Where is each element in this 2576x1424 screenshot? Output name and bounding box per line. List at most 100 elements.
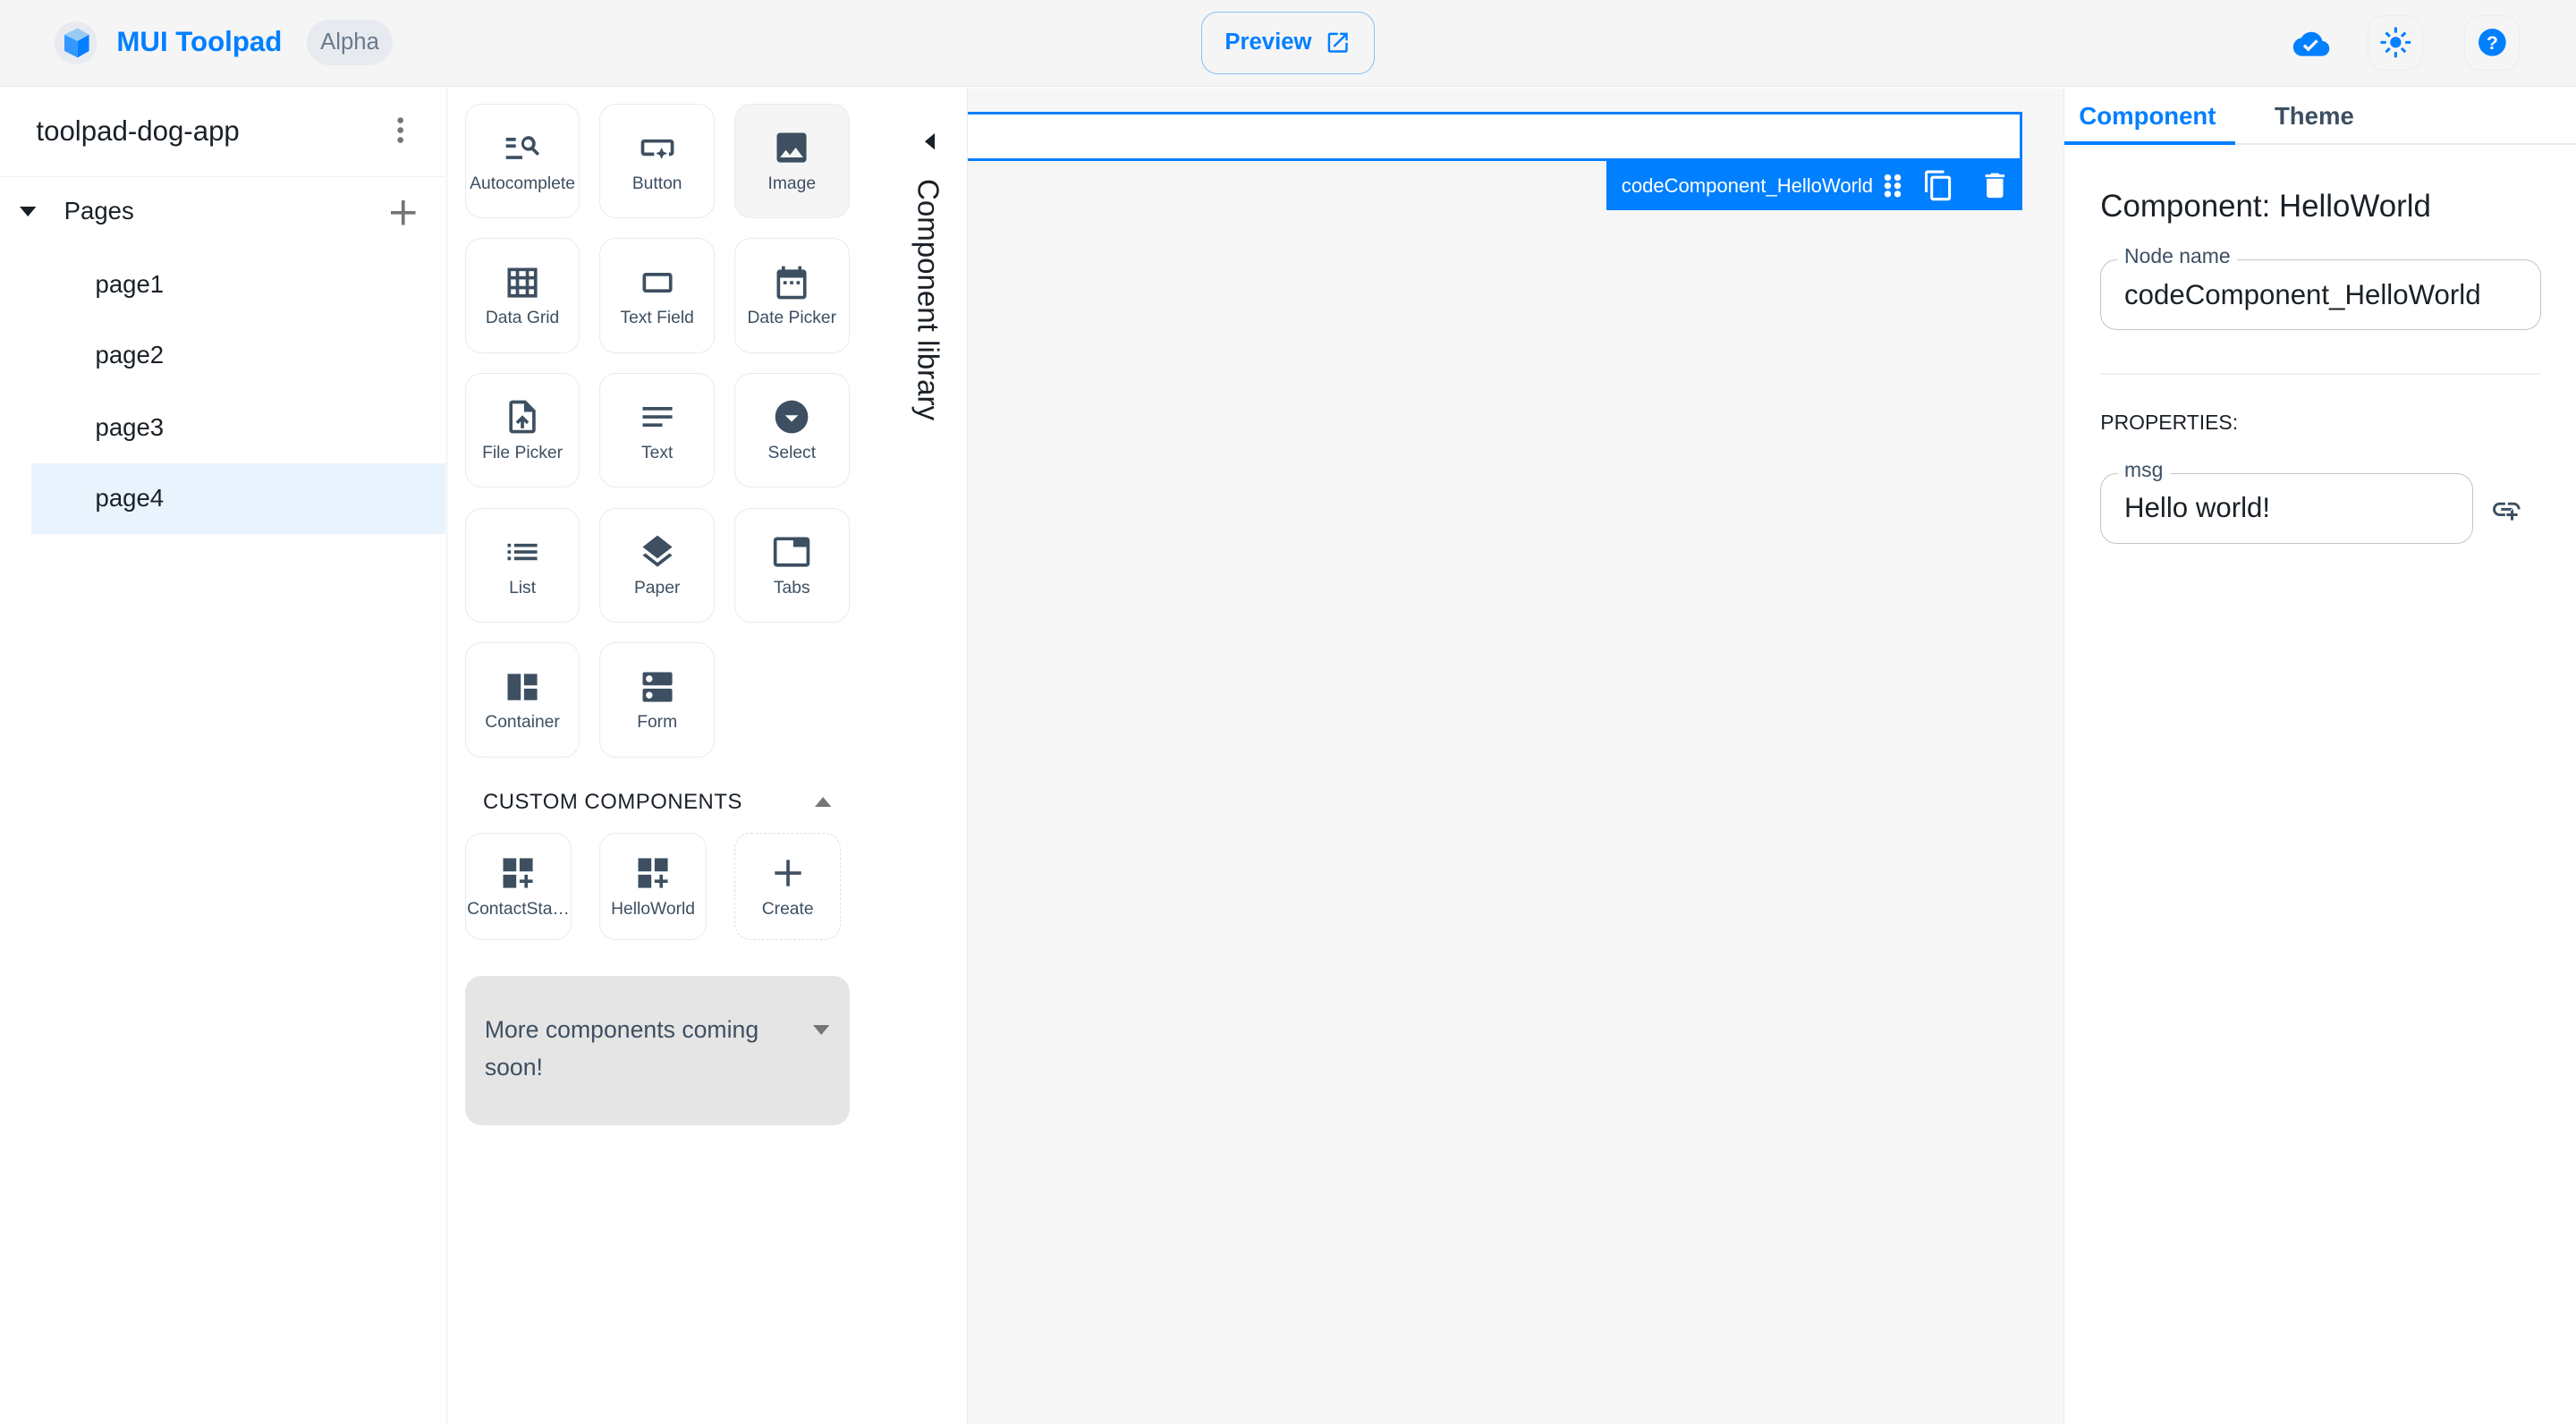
notes-icon bbox=[642, 407, 673, 428]
component-tile-label: Image bbox=[767, 174, 817, 193]
app-brand: MUI Toolpad bbox=[116, 26, 283, 58]
preview-label: Preview bbox=[1224, 30, 1312, 55]
divider bbox=[0, 175, 445, 178]
cloud-done-icon bbox=[2293, 32, 2330, 57]
add-link-icon[interactable] bbox=[2490, 493, 2523, 526]
component-tile-label: Button bbox=[631, 174, 682, 193]
component-tile-autocomplete[interactable]: Autocomplete bbox=[464, 103, 580, 219]
node-name-field[interactable]: Node name codeComponent_HelloWorld bbox=[2100, 243, 2541, 331]
pages-tree-header[interactable]: Pages bbox=[0, 194, 445, 233]
component-tile-label: Autocomplete bbox=[470, 174, 575, 193]
divider bbox=[2100, 372, 2541, 375]
layers-icon bbox=[642, 535, 673, 567]
theme-toggle-button[interactable] bbox=[2367, 14, 2424, 71]
create-component-button[interactable]: Create bbox=[734, 833, 842, 940]
autocomplete-icon bbox=[505, 136, 540, 160]
app-name: toolpad-dog-app bbox=[36, 114, 240, 147]
list-icon bbox=[507, 543, 538, 561]
component-tile-file-picker[interactable]: File Picker bbox=[464, 372, 580, 488]
component-tile-label: File Picker bbox=[482, 443, 564, 462]
component-tile-form[interactable]: Form bbox=[599, 642, 715, 758]
page-item[interactable]: page2 bbox=[31, 320, 445, 391]
component-tile-label: Container bbox=[485, 713, 560, 733]
page-item-selected[interactable]: page4 bbox=[30, 462, 445, 534]
component-tile-button[interactable]: Button bbox=[599, 103, 715, 219]
custom-component-icon bbox=[503, 858, 533, 888]
component-tile-image[interactable]: Image bbox=[734, 103, 850, 219]
msg-label: msg bbox=[2117, 457, 2170, 482]
delete-icon[interactable] bbox=[1979, 169, 2012, 202]
open-in-new-icon bbox=[1327, 32, 1348, 53]
upload-file-icon bbox=[509, 401, 536, 434]
dashboard-icon bbox=[507, 674, 538, 700]
grid-icon bbox=[507, 267, 538, 298]
pages-label: Pages bbox=[64, 197, 134, 225]
component-tile-paper[interactable]: Paper bbox=[599, 507, 715, 623]
component-tile-list[interactable]: List bbox=[464, 507, 580, 623]
selected-node-toolbar: codeComponent_HelloWorld bbox=[1606, 160, 2022, 211]
custom-component-tile[interactable]: ContactSta… bbox=[464, 833, 572, 940]
component-tile-data-grid[interactable]: Data Grid bbox=[464, 238, 580, 353]
alpha-badge: Alpha bbox=[307, 20, 393, 66]
page-item[interactable]: page1 bbox=[31, 250, 445, 320]
tabs-divider bbox=[2234, 142, 2576, 145]
component-tile-text-field[interactable]: Text Field bbox=[599, 238, 715, 353]
collapse-icon[interactable] bbox=[814, 796, 832, 807]
msg-value: Hello world! bbox=[2124, 492, 2271, 524]
caret-down-icon bbox=[813, 1025, 830, 1036]
component-tile-label: Text bbox=[641, 443, 674, 462]
svg-text:?: ? bbox=[2487, 32, 2498, 54]
custom-tile-label: ContactSta… bbox=[467, 899, 570, 919]
component-tile-label: Text Field bbox=[620, 309, 694, 328]
component-tile-date-picker[interactable]: Date Picker bbox=[734, 238, 850, 353]
selected-component[interactable] bbox=[967, 111, 2022, 161]
component-tile-label: Tabs bbox=[773, 578, 810, 598]
component-tile-label: Paper bbox=[633, 578, 681, 598]
node-name-value: codeComponent_HelloWorld bbox=[2124, 278, 2481, 310]
dns-icon bbox=[642, 672, 673, 702]
properties-label: PROPERTIES: bbox=[2100, 411, 2239, 435]
page-item[interactable]: page3 bbox=[31, 393, 445, 463]
more-components-text: More components coming soon! bbox=[484, 1015, 759, 1081]
component-tile-select[interactable]: Select bbox=[734, 372, 850, 488]
tab-theme[interactable]: Theme bbox=[2275, 102, 2354, 131]
custom-component-icon bbox=[638, 858, 668, 888]
inspector-panel: Component Theme Component: HelloWorld No… bbox=[2063, 89, 2576, 1424]
component-library: Autocomplete Button Image Data Grid Text Fie… bbox=[447, 89, 968, 1424]
light-mode-icon bbox=[2380, 27, 2411, 58]
collapse-library-icon[interactable] bbox=[925, 132, 936, 150]
more-vert-icon[interactable] bbox=[387, 115, 413, 145]
component-tile-label: Select bbox=[767, 443, 817, 462]
custom-component-tile[interactable]: HelloWorld bbox=[599, 833, 707, 940]
tab-icon bbox=[774, 537, 810, 567]
pages-sidebar: toolpad-dog-app Pages page1 page2 page3 … bbox=[0, 89, 447, 1424]
preview-button[interactable]: Preview bbox=[1200, 11, 1376, 74]
app-header: MUI Toolpad Alpha Preview ? bbox=[0, 0, 2576, 88]
page-canvas[interactable]: codeComponent_HelloWorld bbox=[967, 89, 2063, 1424]
component-tile-label: Form bbox=[637, 713, 678, 733]
active-tab-indicator bbox=[2063, 140, 2235, 145]
component-tile-label: List bbox=[509, 578, 537, 598]
component-library-label[interactable]: Component library bbox=[911, 179, 945, 420]
custom-tile-label: Create bbox=[761, 899, 814, 919]
crop-rectangle-icon bbox=[642, 272, 673, 292]
help-button[interactable]: ? bbox=[2464, 14, 2521, 71]
calendar-icon bbox=[776, 266, 807, 300]
msg-field[interactable]: msg Hello world! bbox=[2100, 457, 2474, 544]
component-tile-label: Date Picker bbox=[747, 309, 837, 328]
selected-node-name: codeComponent_HelloWorld bbox=[1621, 174, 1874, 197]
component-tile-tabs[interactable]: Tabs bbox=[734, 507, 850, 623]
component-tile-label: Data Grid bbox=[485, 309, 560, 328]
arrow-drop-down-circle-icon bbox=[775, 401, 809, 434]
more-components-notice[interactable]: More components coming soon! bbox=[464, 975, 850, 1126]
node-name-label: Node name bbox=[2117, 243, 2237, 268]
add-icon bbox=[774, 860, 801, 886]
tab-component[interactable]: Component bbox=[2079, 102, 2216, 131]
custom-components-label: CUSTOM COMPONENTS bbox=[482, 790, 742, 815]
help-icon: ? bbox=[2478, 29, 2506, 57]
duplicate-icon[interactable] bbox=[1922, 169, 1955, 202]
component-tile-container[interactable]: Container bbox=[464, 642, 580, 758]
component-tile-text[interactable]: Text bbox=[599, 372, 715, 488]
add-page-icon[interactable] bbox=[391, 200, 416, 225]
drag-handle-icon[interactable] bbox=[1883, 173, 1902, 199]
